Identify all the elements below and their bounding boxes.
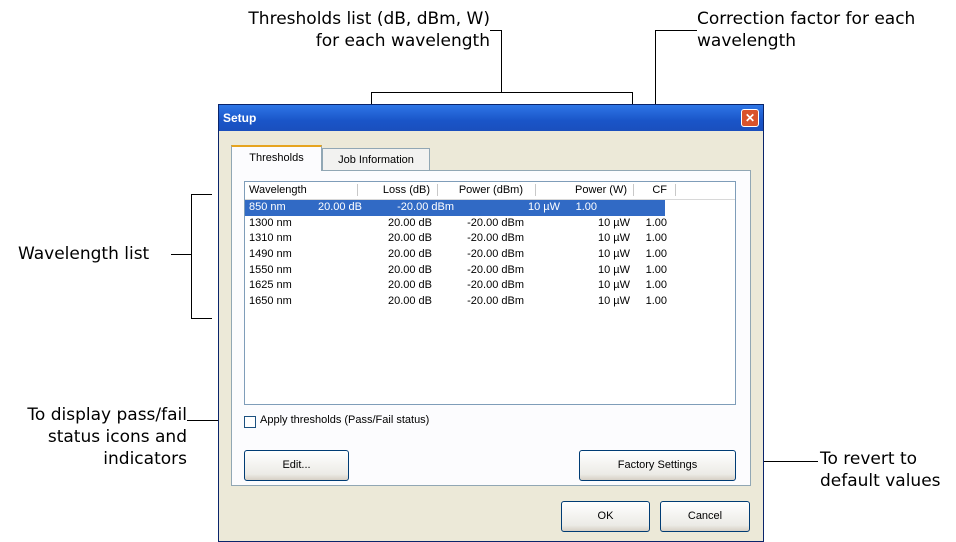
- annotation-cf-line2: wavelength: [697, 31, 797, 51]
- annotation-correction-factor: Correction factor for each wavelength: [697, 8, 915, 52]
- cancel-button[interactable]: Cancel: [660, 501, 750, 532]
- close-icon[interactable]: ✕: [741, 109, 759, 127]
- cell-power-dbm: -20.00 dBm: [397, 201, 454, 213]
- cell-cf: 1.00: [575, 201, 597, 213]
- factory-settings-button[interactable]: Factory Settings: [579, 450, 736, 481]
- cell-loss: 20.00 dB: [387, 216, 432, 229]
- cell-wavelength: 850 nm: [249, 201, 286, 213]
- cell-power-w: 10 µW: [597, 295, 630, 308]
- callout-line: [501, 30, 502, 92]
- apply-thresholds-label[interactable]: Apply thresholds (Pass/Fail status): [260, 414, 429, 426]
- tab-job-information[interactable]: Job Information: [322, 148, 430, 171]
- column-separator[interactable]: [633, 184, 634, 196]
- table-row[interactable]: 1310 nm 20.00 dB -20.00 dBm 10 µW 1.00: [245, 231, 735, 247]
- annotation-revert: To revert to default values: [820, 448, 941, 492]
- wavelength-listview[interactable]: Wavelength Loss (dB) Power (dBm) Power (…: [244, 181, 736, 405]
- column-header-power-w[interactable]: Power (W): [575, 184, 627, 196]
- cell-wavelength: 1310 nm: [249, 232, 292, 245]
- cell-loss: 20.00 dB: [387, 279, 432, 292]
- setup-dialog: Setup ✕ Thresholds Job Information Wavel…: [218, 104, 764, 542]
- table-row[interactable]: 1650 nm 20.00 dB -20.00 dBm 10 µW 1.00: [245, 294, 735, 310]
- table-row[interactable]: 1550 nm 20.00 dB -20.00 dBm 10 µW 1.00: [245, 263, 735, 279]
- table-row[interactable]: 850 nm 20.00 dB -20.00 dBm 10 µW 1.00: [245, 200, 665, 216]
- table-row[interactable]: 1300 nm 20.00 dB -20.00 dBm 10 µW 1.00: [245, 216, 735, 232]
- annotation-pass-fail-line3: indicators: [103, 449, 187, 469]
- tab-thresholds[interactable]: Thresholds: [231, 145, 322, 171]
- cell-cf: 1.00: [645, 216, 667, 229]
- annotation-revert-line2: default values: [820, 471, 941, 491]
- annotation-thresholds-line1: Thresholds list (dB, dBm, W): [248, 9, 490, 29]
- cell-wavelength: 1625 nm: [249, 279, 292, 292]
- column-header-loss[interactable]: Loss (dB): [383, 184, 430, 196]
- cell-cf: 1.00: [645, 263, 667, 276]
- cell-power-dbm: -20.00 dBm: [467, 279, 524, 292]
- ok-button[interactable]: OK: [561, 501, 650, 532]
- dialog-titlebar[interactable]: Setup ✕: [219, 105, 763, 131]
- column-separator[interactable]: [675, 184, 676, 196]
- cell-power-w: 10 µW: [597, 279, 630, 292]
- annotation-revert-line1: To revert to: [820, 449, 918, 469]
- cell-power-dbm: -20.00 dBm: [467, 263, 524, 276]
- dialog-title: Setup: [223, 111, 257, 125]
- cell-wavelength: 1650 nm: [249, 295, 292, 308]
- cell-wavelength: 1490 nm: [249, 248, 292, 261]
- column-separator[interactable]: [437, 184, 438, 196]
- cell-power-w: 10 µW: [527, 201, 560, 213]
- cell-cf: 1.00: [645, 295, 667, 308]
- callout-bracket: [191, 194, 212, 195]
- column-header-wavelength[interactable]: Wavelength: [249, 184, 307, 196]
- annotation-thresholds-list: Thresholds list (dB, dBm, W) for each wa…: [200, 8, 490, 52]
- column-header-power-dbm[interactable]: Power (dBm): [459, 184, 523, 196]
- annotation-wavelength-list: Wavelength list: [18, 244, 150, 264]
- cell-power-dbm: -20.00 dBm: [467, 216, 524, 229]
- annotation-thresholds-line2: for each wavelength: [315, 31, 490, 51]
- cell-power-w: 10 µW: [597, 263, 630, 276]
- annotation-pass-fail: To display pass/fail status icons and in…: [0, 404, 187, 470]
- cell-loss: 20.00 dB: [387, 232, 432, 245]
- cell-wavelength: 1300 nm: [249, 216, 292, 229]
- cell-power-w: 10 µW: [597, 232, 630, 245]
- cell-cf: 1.00: [645, 232, 667, 245]
- thresholds-panel: Wavelength Loss (dB) Power (dBm) Power (…: [231, 170, 751, 486]
- cell-wavelength: 1550 nm: [249, 263, 292, 276]
- cell-power-dbm: -20.00 dBm: [467, 248, 524, 261]
- cell-loss: 20.00 dB: [387, 295, 432, 308]
- cell-power-dbm: -20.00 dBm: [467, 295, 524, 308]
- annotation-pass-fail-line1: To display pass/fail: [27, 405, 187, 425]
- cell-cf: 1.00: [645, 248, 667, 261]
- callout-bracket: [191, 194, 192, 319]
- apply-thresholds-checkbox[interactable]: [244, 416, 256, 428]
- callout-bracket: [191, 318, 212, 319]
- cell-power-w: 10 µW: [597, 248, 630, 261]
- cell-power-dbm: -20.00 dBm: [467, 232, 524, 245]
- cell-cf: 1.00: [645, 279, 667, 292]
- callout-line: [371, 92, 633, 93]
- callout-line: [171, 254, 192, 255]
- table-row[interactable]: 1490 nm 20.00 dB -20.00 dBm 10 µW 1.00: [245, 247, 735, 263]
- callout-line: [655, 30, 697, 31]
- cell-power-w: 10 µW: [597, 216, 630, 229]
- cell-loss: 20.00 dB: [387, 263, 432, 276]
- column-separator[interactable]: [357, 184, 358, 196]
- column-header-cf[interactable]: CF: [652, 184, 667, 196]
- cell-loss: 20.00 dB: [387, 248, 432, 261]
- edit-button[interactable]: Edit...: [244, 450, 349, 481]
- annotation-pass-fail-line2: status icons and: [47, 427, 187, 447]
- list-header: Wavelength Loss (dB) Power (dBm) Power (…: [245, 182, 735, 200]
- cell-loss: 20.00 dB: [317, 201, 362, 213]
- column-separator[interactable]: [535, 184, 536, 196]
- annotation-cf-line1: Correction factor for each: [697, 9, 916, 29]
- table-row[interactable]: 1625 nm 20.00 dB -20.00 dBm 10 µW 1.00: [245, 278, 735, 294]
